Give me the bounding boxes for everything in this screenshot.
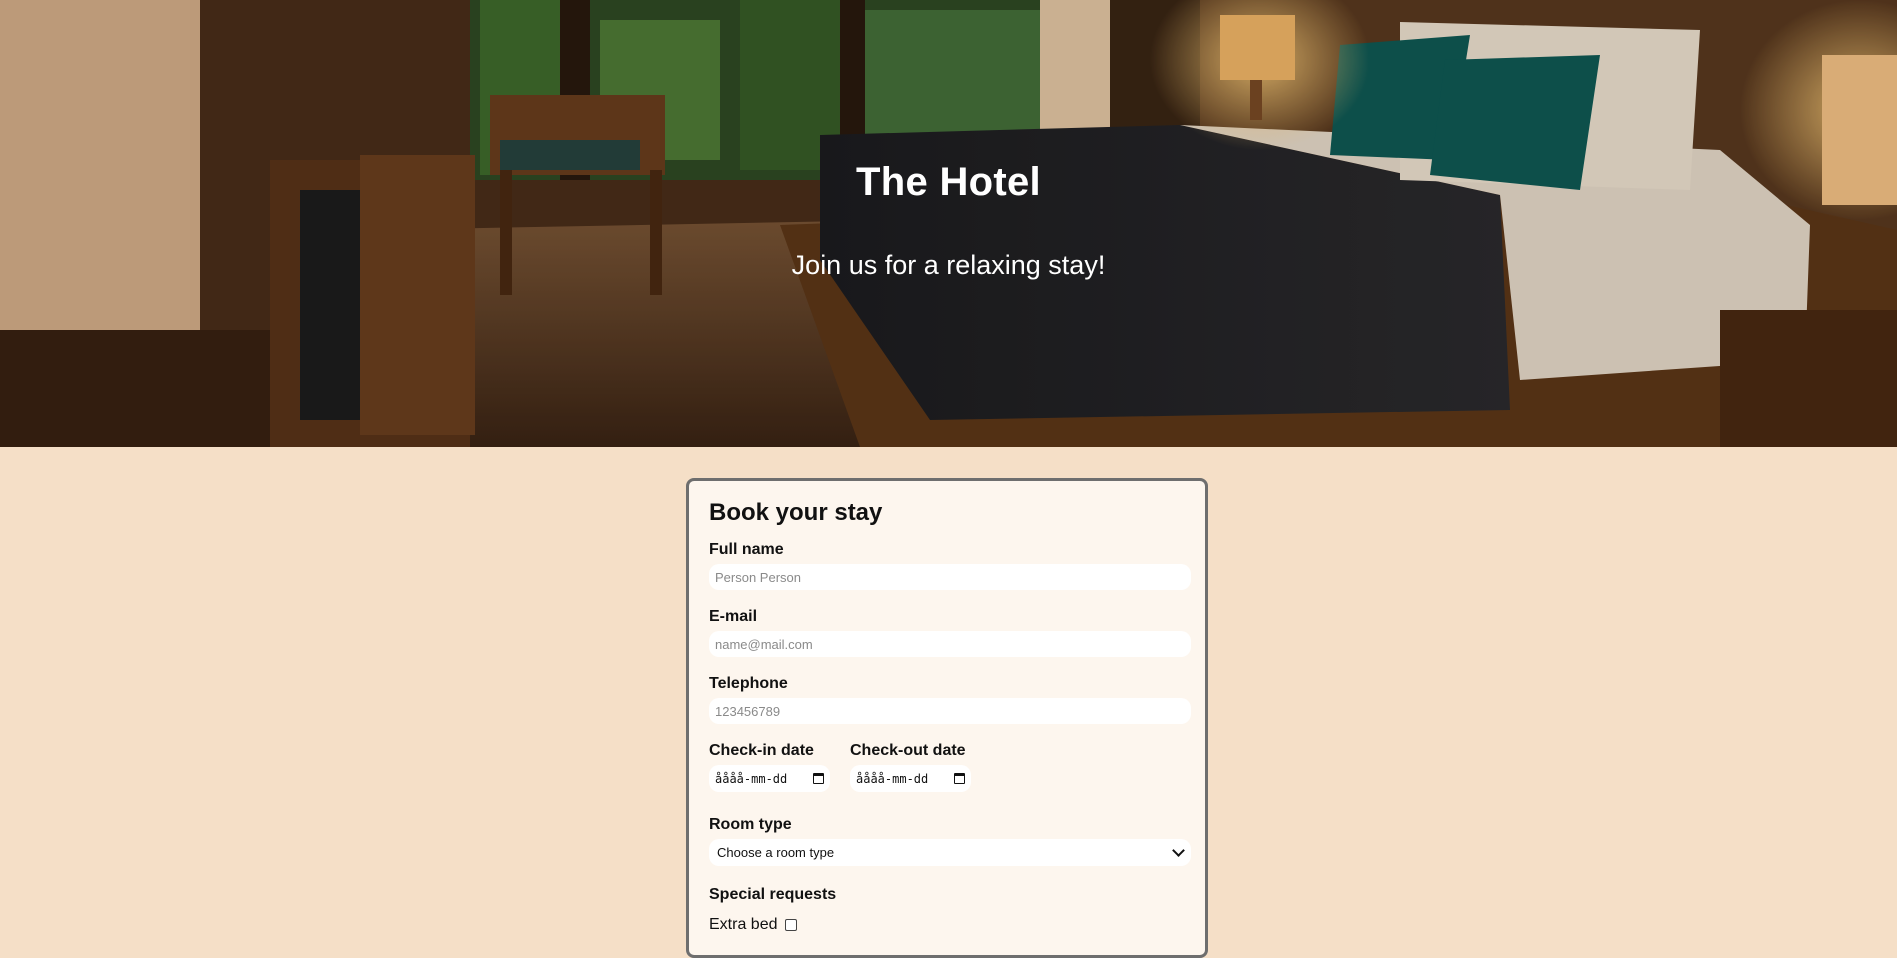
check-out-date-value: åååå-mm-dd (856, 771, 929, 786)
room-type-label: Room type (709, 816, 792, 833)
full-name-label: Full name (709, 541, 784, 558)
form-title: Book your stay (709, 499, 883, 526)
hero-subtitle: Join us for a relaxing stay! (791, 250, 1106, 280)
calendar-icon[interactable] (813, 773, 824, 784)
check-in-date-input[interactable]: åååå-mm-dd (709, 765, 830, 792)
room-type-selected: Choose a room type (717, 845, 835, 860)
room-type-select[interactable]: Choose a room type (709, 839, 1191, 866)
booking-form: Book your stay Full name E-mail Telephon… (686, 478, 1208, 958)
telephone-input[interactable] (709, 698, 1191, 724)
email-label: E-mail (709, 608, 758, 625)
check-in-date-value: åååå-mm-dd (715, 771, 788, 786)
hotel-room-image (0, 0, 1897, 447)
check-out-date-input[interactable]: åååå-mm-dd (850, 765, 971, 792)
check-out-label: Check-out date (850, 742, 966, 759)
chevron-down-icon (1172, 844, 1185, 857)
calendar-icon[interactable] (954, 773, 965, 784)
check-in-group: Check-in date åååå-mm-dd (709, 742, 830, 816)
extra-bed-label: Extra bed (709, 916, 778, 933)
telephone-label: Telephone (709, 675, 788, 692)
hero-banner: The Hotel Join us for a relaxing stay! (0, 0, 1897, 447)
hero-title: The Hotel (856, 160, 1041, 204)
check-out-group: Check-out date åååå-mm-dd (850, 742, 971, 816)
special-requests-label: Special requests (709, 886, 837, 903)
date-row: Check-in date åååå-mm-dd Check-out date … (709, 742, 1185, 816)
extra-bed-checkbox[interactable] (785, 919, 798, 931)
full-name-input[interactable] (709, 564, 1191, 590)
check-in-label: Check-in date (709, 742, 814, 759)
email-input[interactable] (709, 631, 1191, 657)
extra-bed-option[interactable]: Extra bed (709, 916, 1185, 934)
